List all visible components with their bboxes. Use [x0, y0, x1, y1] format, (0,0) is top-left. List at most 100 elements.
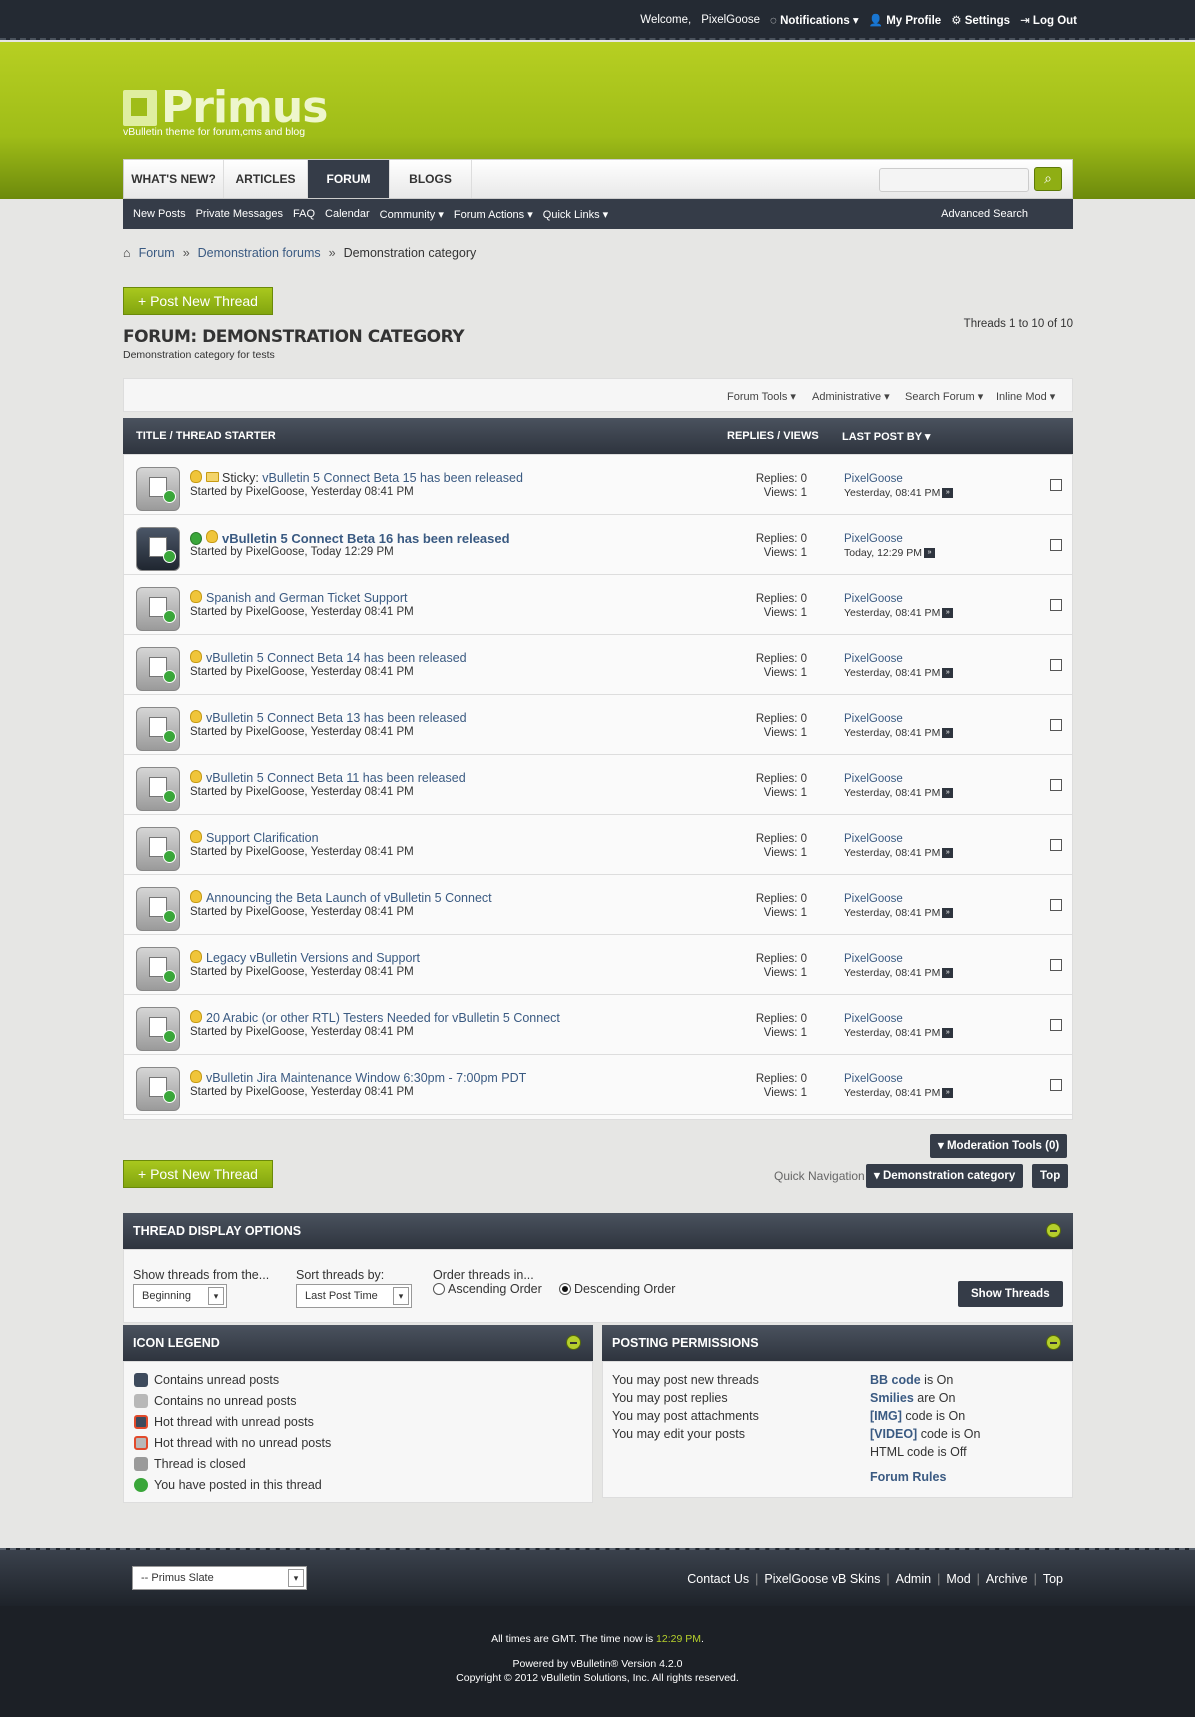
- thread-select-checkbox[interactable]: [1050, 539, 1062, 551]
- thread-select-checkbox[interactable]: [1050, 1019, 1062, 1031]
- last-post-user[interactable]: PixelGoose: [844, 1072, 953, 1086]
- header-replies[interactable]: REPLIES / VIEWS: [727, 430, 819, 442]
- bbcode-link[interactable]: BB code: [870, 1373, 921, 1387]
- subnav-quick-links[interactable]: Quick Links ▾: [543, 208, 608, 221]
- last-post-user[interactable]: PixelGoose: [844, 532, 935, 546]
- inline-mod-menu[interactable]: Inline Mod ▾: [996, 390, 1055, 403]
- smilies-link[interactable]: Smilies: [870, 1391, 914, 1405]
- thread-title-link[interactable]: vBulletin 5 Connect Beta 16 has been rel…: [222, 531, 510, 546]
- goto-last-post-icon[interactable]: »: [942, 788, 954, 799]
- thread-title-link[interactable]: Spanish and German Ticket Support: [206, 591, 408, 605]
- administrative-menu[interactable]: Administrative ▾: [812, 390, 890, 403]
- footer-contact-us[interactable]: Contact Us: [687, 1572, 749, 1586]
- subnav-faq[interactable]: FAQ: [293, 208, 315, 221]
- post-new-thread-button-bottom[interactable]: + Post New Thread: [123, 1160, 273, 1188]
- subnav-new-posts[interactable]: New Posts: [133, 208, 186, 221]
- last-post-user[interactable]: PixelGoose: [844, 712, 953, 726]
- video-link[interactable]: [VIDEO]: [870, 1427, 917, 1441]
- goto-last-post-icon[interactable]: »: [924, 548, 936, 559]
- goto-last-post-icon[interactable]: »: [942, 488, 954, 499]
- collapse-icon[interactable]: [566, 1335, 581, 1350]
- goto-last-post-icon[interactable]: »: [942, 608, 954, 619]
- forum-tools-menu[interactable]: Forum Tools ▾: [727, 390, 796, 403]
- goto-last-post-icon[interactable]: »: [942, 908, 954, 919]
- post-new-thread-button[interactable]: + Post New Thread: [123, 287, 273, 315]
- thread-title-link[interactable]: vBulletin 5 Connect Beta 13 has been rel…: [206, 711, 467, 725]
- thread-select-checkbox[interactable]: [1050, 599, 1062, 611]
- search-input[interactable]: [879, 168, 1029, 192]
- collapse-icon[interactable]: [1046, 1223, 1061, 1238]
- thread-status-icon[interactable]: [136, 587, 180, 631]
- goto-last-post-icon[interactable]: »: [942, 848, 954, 859]
- thread-status-icon[interactable]: [136, 827, 180, 871]
- sort-by-select[interactable]: Last Post Time ▾: [296, 1284, 412, 1308]
- breadcrumb-forum[interactable]: Forum: [139, 246, 175, 260]
- search-button[interactable]: ⌕: [1034, 167, 1062, 191]
- descending-radio[interactable]: Descending Order: [559, 1282, 675, 1296]
- thread-select-checkbox[interactable]: [1050, 719, 1062, 731]
- home-icon[interactable]: ⌂: [123, 246, 131, 260]
- goto-last-post-icon[interactable]: »: [942, 968, 954, 979]
- goto-last-post-icon[interactable]: »: [942, 1088, 954, 1099]
- footer-admin[interactable]: Admin: [896, 1572, 931, 1586]
- forum-rules-link[interactable]: Forum Rules: [870, 1470, 946, 1484]
- quick-nav-select[interactable]: ▾ Demonstration category: [866, 1164, 1024, 1188]
- logout-link[interactable]: ⇥ Log Out: [1020, 13, 1077, 27]
- thread-status-icon[interactable]: [136, 527, 180, 571]
- header-last-post[interactable]: LAST POST BY ▾: [842, 430, 930, 443]
- thread-status-icon[interactable]: [136, 947, 180, 991]
- goto-last-post-icon[interactable]: »: [942, 728, 954, 739]
- thread-status-icon[interactable]: [136, 467, 180, 511]
- thread-title-link[interactable]: vBulletin 5 Connect Beta 14 has been rel…: [206, 651, 467, 665]
- thread-select-checkbox[interactable]: [1050, 659, 1062, 671]
- goto-last-post-icon[interactable]: »: [942, 668, 954, 679]
- footer-archive[interactable]: Archive: [986, 1572, 1028, 1586]
- thread-select-checkbox[interactable]: [1050, 479, 1062, 491]
- tab-whats-new[interactable]: WHAT'S NEW?: [124, 160, 224, 198]
- img-link[interactable]: [IMG]: [870, 1409, 902, 1423]
- subnav-community[interactable]: Community ▾: [380, 208, 444, 221]
- ascending-radio[interactable]: Ascending Order: [433, 1282, 542, 1296]
- thread-title-link[interactable]: vBulletin 5 Connect Beta 15 has been rel…: [262, 471, 523, 485]
- tab-articles[interactable]: ARTICLES: [224, 160, 308, 198]
- thread-status-icon[interactable]: [136, 647, 180, 691]
- last-post-user[interactable]: PixelGoose: [844, 892, 953, 906]
- top-button[interactable]: Top: [1032, 1164, 1069, 1188]
- subnav-forum-actions[interactable]: Forum Actions ▾: [454, 208, 533, 221]
- thread-select-checkbox[interactable]: [1050, 839, 1062, 851]
- footer-pixelgoose-skins[interactable]: PixelGoose vB Skins: [764, 1572, 880, 1586]
- thread-title-link[interactable]: 20 Arabic (or other RTL) Testers Needed …: [206, 1011, 560, 1025]
- notifications-menu[interactable]: ◌ Notifications ▾: [770, 13, 859, 27]
- tab-forum[interactable]: FORUM: [308, 160, 390, 198]
- show-from-select[interactable]: Beginning ▾: [133, 1284, 227, 1308]
- thread-status-icon[interactable]: [136, 767, 180, 811]
- thread-select-checkbox[interactable]: [1050, 779, 1062, 791]
- advanced-search-link[interactable]: Advanced Search: [941, 208, 1028, 220]
- show-threads-button[interactable]: Show Threads: [958, 1281, 1063, 1307]
- last-post-user[interactable]: PixelGoose: [844, 952, 953, 966]
- collapse-icon[interactable]: [1046, 1335, 1061, 1350]
- last-post-user[interactable]: PixelGoose: [844, 832, 953, 846]
- thread-status-icon[interactable]: [136, 1007, 180, 1051]
- subnav-calendar[interactable]: Calendar: [325, 208, 370, 221]
- breadcrumb-demonstration-forums[interactable]: Demonstration forums: [198, 246, 321, 260]
- last-post-user[interactable]: PixelGoose: [844, 472, 953, 486]
- moderation-tools-button[interactable]: ▾ Moderation Tools (0): [930, 1134, 1068, 1158]
- thread-status-icon[interactable]: [136, 887, 180, 931]
- goto-first-unread-icon[interactable]: [190, 532, 202, 545]
- thread-title-link[interactable]: vBulletin 5 Connect Beta 11 has been rel…: [206, 771, 466, 785]
- header-title[interactable]: TITLE / THREAD STARTER: [136, 430, 276, 442]
- footer-top[interactable]: Top: [1043, 1572, 1063, 1586]
- last-post-user[interactable]: PixelGoose: [844, 772, 953, 786]
- thread-status-icon[interactable]: [136, 1067, 180, 1111]
- thread-select-checkbox[interactable]: [1050, 899, 1062, 911]
- thread-select-checkbox[interactable]: [1050, 959, 1062, 971]
- last-post-user[interactable]: PixelGoose: [844, 1012, 953, 1026]
- search-forum-menu[interactable]: Search Forum ▾: [905, 390, 983, 403]
- thread-select-checkbox[interactable]: [1050, 1079, 1062, 1091]
- username-link[interactable]: PixelGoose: [701, 14, 760, 26]
- settings-link[interactable]: ⚙ Settings: [951, 13, 1010, 27]
- thread-title-link[interactable]: vBulletin Jira Maintenance Window 6:30pm…: [206, 1071, 526, 1085]
- my-profile-link[interactable]: 👤 My Profile: [869, 13, 942, 27]
- footer-mod[interactable]: Mod: [946, 1572, 970, 1586]
